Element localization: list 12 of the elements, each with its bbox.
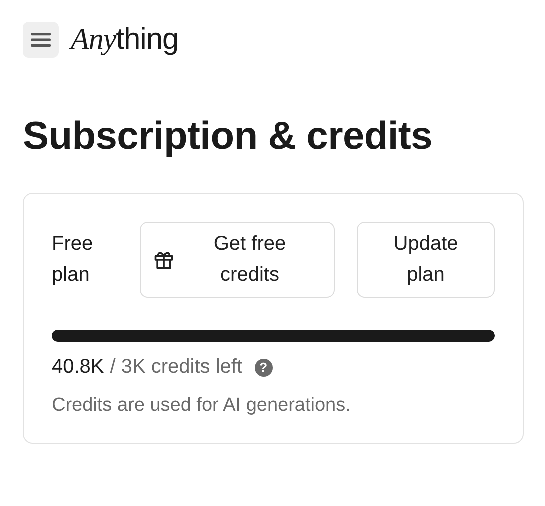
gift-icon [153,249,175,271]
get-credits-button[interactable]: Get free credits [140,222,335,298]
logo: Anything [71,23,179,57]
help-icon[interactable]: ? [254,358,273,376]
credits-note: Credits are used for AI generations. [52,395,352,417]
update-plan-button[interactable]: Update plan [357,222,495,298]
menu-icon [31,32,51,48]
plan-label: Free plan [52,232,94,288]
credits-used: 40.8K [52,356,104,379]
page-title: Subscription & credits [23,115,434,159]
menu-button[interactable] [23,22,59,58]
credits-left: / 3K credits left [110,356,243,379]
